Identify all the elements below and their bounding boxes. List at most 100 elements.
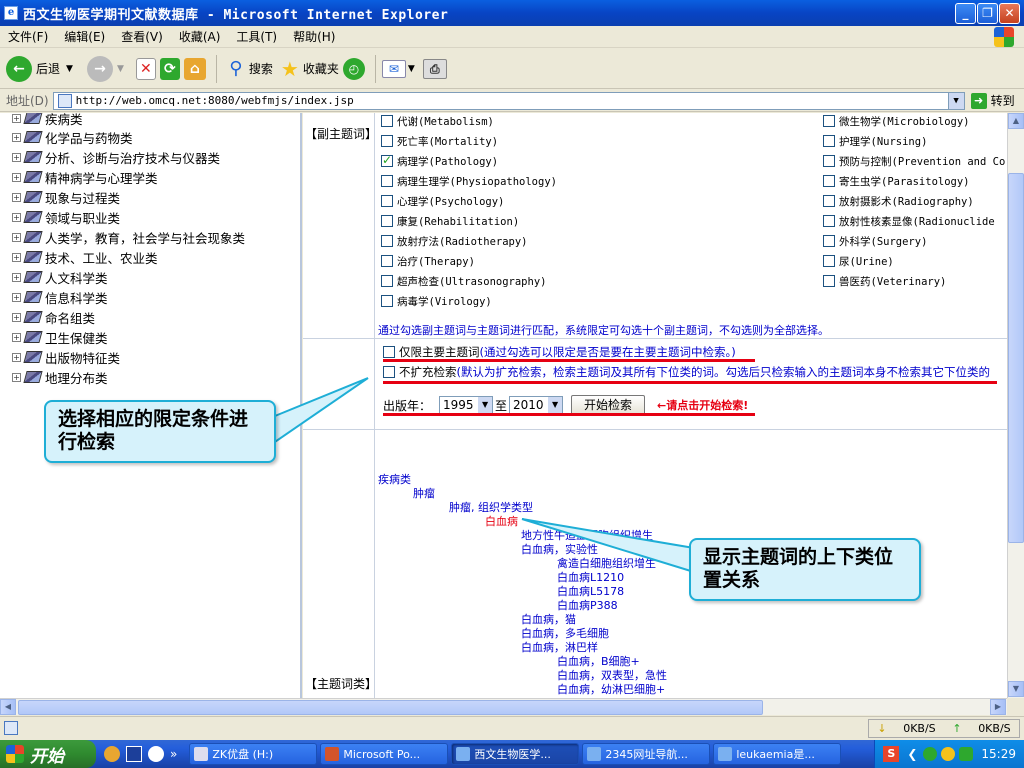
expand-icon[interactable]: + bbox=[12, 232, 21, 242]
start-search-button[interactable]: 开始检索 bbox=[571, 395, 646, 415]
scroll-right-icon[interactable]: ▶ bbox=[990, 699, 1006, 715]
expand-icon[interactable]: + bbox=[12, 192, 21, 202]
back-dropdown-icon[interactable]: ▼ bbox=[66, 64, 73, 74]
subheading-checkbox[interactable] bbox=[381, 275, 393, 287]
subheading-checkbox[interactable] bbox=[381, 153, 393, 167]
minimize-button[interactable]: _ bbox=[955, 3, 976, 24]
horizontal-scroll-thumb[interactable] bbox=[18, 700, 763, 715]
tree-item[interactable]: + 信息科学类 bbox=[12, 288, 108, 306]
tree-item[interactable]: + 精神病学与心理学类 bbox=[12, 168, 158, 186]
expand-icon[interactable]: + bbox=[12, 292, 21, 302]
tree-item[interactable]: + 化学品与药物类 bbox=[12, 128, 133, 146]
subheading-checkbox[interactable] bbox=[381, 215, 393, 227]
subheading-checkbox[interactable] bbox=[823, 115, 835, 127]
vertical-scroll-thumb[interactable] bbox=[1008, 173, 1024, 543]
menu-favorites[interactable]: 收藏(A) bbox=[171, 28, 229, 45]
tree-item[interactable]: + 地理分布类 bbox=[12, 368, 108, 386]
subheading-checkbox[interactable] bbox=[823, 155, 835, 167]
tray-expand-icon[interactable]: ❮ bbox=[907, 747, 917, 761]
forward-button[interactable]: → ▼ bbox=[77, 55, 124, 82]
mail-button[interactable]: ✉ ▼ bbox=[381, 59, 415, 78]
stop-button[interactable]: ✕ bbox=[128, 57, 156, 80]
scroll-down-icon[interactable]: ▼ bbox=[1008, 681, 1024, 697]
refresh-button[interactable]: ⟳ bbox=[159, 57, 180, 80]
address-dropdown-icon[interactable]: ▼ bbox=[947, 92, 964, 109]
tree-item[interactable]: + 领域与职业类 bbox=[12, 208, 120, 226]
tree-item[interactable]: + 疾病类 bbox=[12, 113, 83, 127]
back-button[interactable]: ← 后退 ▼ bbox=[6, 55, 73, 82]
vertical-scrollbar[interactable]: ▲ ▼ bbox=[1007, 113, 1024, 698]
menu-file[interactable]: 文件(F) bbox=[0, 28, 56, 45]
title-bar[interactable]: e 西文生物医学期刊文献数据库 - Microsoft Internet Exp… bbox=[0, 0, 1024, 26]
scroll-up-icon[interactable]: ▲ bbox=[1008, 113, 1024, 129]
browser-icon[interactable] bbox=[104, 746, 120, 762]
qq-icon[interactable] bbox=[941, 747, 956, 761]
task-usb-drive[interactable]: ZK优盘 (H:) bbox=[189, 743, 318, 765]
mail-dropdown-icon[interactable]: ▼ bbox=[408, 64, 415, 74]
subheading-checkbox[interactable] bbox=[823, 255, 835, 267]
expand-icon[interactable]: + bbox=[12, 172, 21, 182]
close-button[interactable]: ✕ bbox=[999, 3, 1020, 24]
print-button[interactable]: ⎙ bbox=[419, 58, 447, 79]
expand-icon[interactable]: + bbox=[12, 312, 21, 322]
hierarchy-term-link[interactable]: 白血病，幼淋巴细胞+ bbox=[557, 681, 665, 697]
subheading-checkbox[interactable] bbox=[823, 215, 835, 227]
expand-icon[interactable]: + bbox=[12, 132, 21, 142]
subheading-checkbox[interactable] bbox=[381, 175, 393, 187]
hierarchy-term-link[interactable]: 疾病类 bbox=[378, 471, 411, 487]
expand-icon[interactable]: + bbox=[12, 372, 21, 382]
history-button[interactable]: ◴ bbox=[342, 57, 365, 80]
address-input[interactable]: http://web.omcq.net:8080/webfmjs/index.j… bbox=[52, 91, 965, 110]
scroll-left-icon[interactable]: ◀ bbox=[0, 699, 16, 715]
network-icon[interactable] bbox=[923, 747, 938, 761]
search-button[interactable]: ⚲ 搜索 bbox=[223, 56, 273, 82]
subheading-checkbox[interactable] bbox=[381, 115, 393, 127]
task-nav-2345[interactable]: 2345网址导航... bbox=[582, 743, 711, 765]
subheading-checkbox[interactable] bbox=[823, 275, 835, 287]
tree-item[interactable]: + 人类学，教育，社会学与社会现象类 bbox=[12, 228, 245, 246]
subheading-checkbox[interactable] bbox=[381, 195, 393, 207]
expand-icon[interactable]: + bbox=[12, 332, 21, 342]
menu-tools[interactable]: 工具(T) bbox=[228, 28, 285, 45]
forward-dropdown-icon[interactable]: ▼ bbox=[117, 64, 124, 74]
save-icon[interactable] bbox=[126, 746, 142, 762]
subheading-checkbox[interactable] bbox=[381, 295, 393, 307]
hierarchy-term-link[interactable]: 白血病 bbox=[485, 513, 518, 529]
subheading-checkbox[interactable] bbox=[823, 135, 835, 147]
home-button[interactable]: ⌂ bbox=[183, 57, 206, 80]
security-shield-icon[interactable] bbox=[959, 747, 974, 761]
task-leukaemia[interactable]: leukaemia是... bbox=[713, 743, 842, 765]
no-expand-checkbox[interactable] bbox=[383, 366, 395, 378]
subheading-checkbox[interactable] bbox=[381, 255, 393, 267]
tree-item[interactable]: + 技术、工业、农业类 bbox=[12, 248, 158, 266]
media-player-icon[interactable] bbox=[148, 746, 164, 762]
tree-item[interactable]: + 分析、诊断与治疗技术与仪器类 bbox=[12, 148, 220, 166]
more-icon[interactable]: » bbox=[170, 747, 177, 761]
year-from-select[interactable]: 1995 ▼ bbox=[439, 396, 494, 414]
subheading-checkbox[interactable] bbox=[381, 135, 393, 147]
maximize-button[interactable]: ❐ bbox=[977, 3, 998, 24]
tree-item[interactable]: + 命名组类 bbox=[12, 308, 95, 326]
go-button[interactable]: ➜ 转到 bbox=[970, 92, 1015, 109]
subheading-checkbox[interactable] bbox=[823, 235, 835, 247]
task-ie-database[interactable]: 西文生物医学... bbox=[451, 743, 580, 765]
expand-icon[interactable]: + bbox=[12, 152, 21, 162]
task-powerpoint[interactable]: Microsoft Po... bbox=[320, 743, 449, 765]
tree-item[interactable]: + 人文科学类 bbox=[12, 268, 108, 286]
expand-icon[interactable]: + bbox=[12, 252, 21, 262]
subheading-checkbox[interactable] bbox=[381, 235, 393, 247]
expand-icon[interactable]: + bbox=[12, 272, 21, 282]
tree-item[interactable]: + 卫生保健类 bbox=[12, 328, 108, 346]
menu-help[interactable]: 帮助(H) bbox=[285, 28, 343, 45]
major-only-checkbox[interactable] bbox=[383, 346, 395, 358]
hierarchy-term-link[interactable]: 肿瘤 bbox=[413, 485, 435, 501]
subheading-checkbox[interactable] bbox=[823, 175, 835, 187]
expand-icon[interactable]: + bbox=[12, 352, 21, 362]
tree-item[interactable]: + 出版物特征类 bbox=[12, 348, 120, 366]
expand-icon[interactable]: + bbox=[12, 113, 21, 123]
menu-edit[interactable]: 编辑(E) bbox=[56, 28, 113, 45]
menu-view[interactable]: 查看(V) bbox=[113, 28, 171, 45]
year-to-select[interactable]: 2010 ▼ bbox=[509, 396, 564, 414]
input-method-icon[interactable]: S bbox=[883, 746, 900, 762]
favorites-button[interactable]: ★ 收藏夹 bbox=[277, 56, 339, 82]
